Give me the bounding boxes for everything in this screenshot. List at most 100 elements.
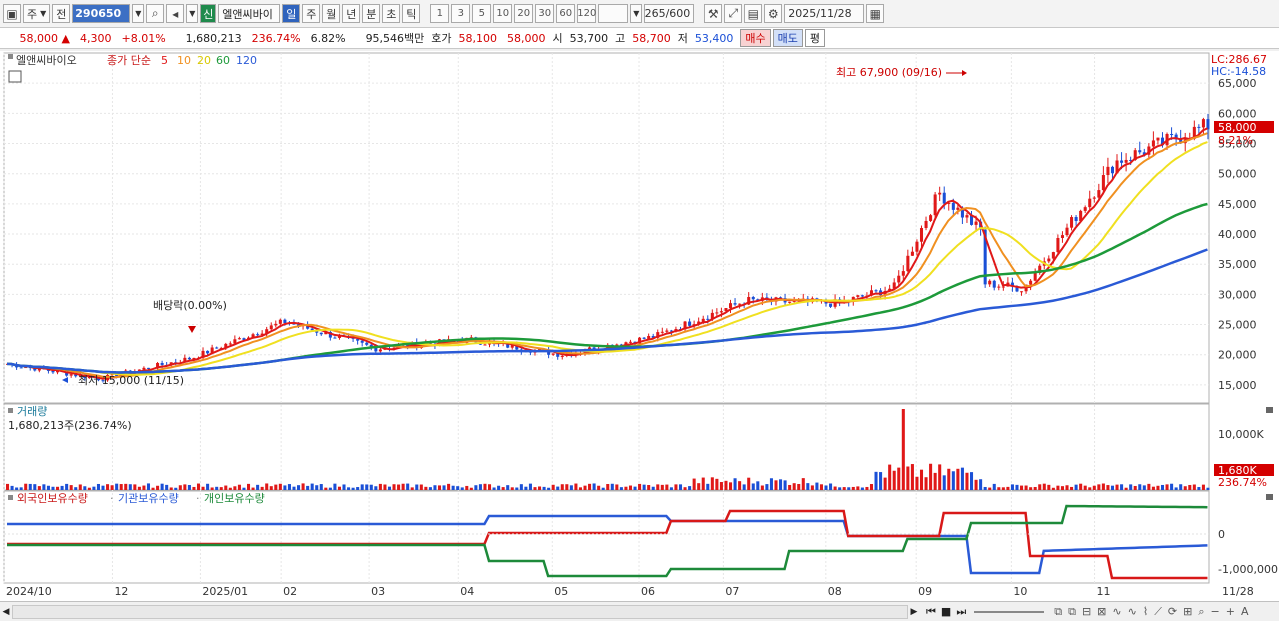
zoom-icon[interactable]: ⌕ (1198, 605, 1204, 619)
prev-button[interactable]: 전 (52, 4, 71, 23)
candle-body (1197, 126, 1201, 128)
save-icon[interactable]: ▤ (744, 4, 763, 23)
volume-bar (792, 483, 796, 490)
gear-icon[interactable]: ⚙ (764, 4, 783, 23)
holding-panel-handle-icon[interactable] (8, 495, 13, 500)
volume-bar (351, 487, 355, 490)
stop-icon[interactable]: ■ (941, 605, 951, 618)
interval-30[interactable]: 30 (535, 4, 555, 23)
period-tick[interactable]: 틱 (402, 4, 421, 23)
volume-bar (665, 484, 669, 490)
calendar-icon[interactable]: ▦ (866, 4, 885, 23)
date-input[interactable]: 2025/11/28 (784, 4, 865, 23)
first-page-icon[interactable]: ⏮ (926, 605, 936, 619)
volume-bar (738, 481, 742, 490)
tool-icon-8[interactable]: ⟋ (1154, 605, 1162, 619)
count-input[interactable]: 265/600 (644, 4, 695, 23)
chart-svg[interactable]: 65,00060,00055,00050,00045,00040,00035,0… (0, 51, 1279, 603)
ma10-label: 10 (177, 54, 191, 67)
candle-body (215, 347, 219, 349)
volume-bar (337, 486, 341, 490)
scroll-right-icon[interactable]: ▶ (908, 607, 920, 617)
ma120-label: 120 (236, 54, 257, 67)
volume-bar (592, 483, 596, 490)
volume-bar (106, 484, 110, 490)
legend-separator-1: · (110, 492, 114, 505)
x-axis-label: 10 (1013, 585, 1027, 598)
interval-3[interactable]: 3 (451, 4, 471, 23)
speaker-icon[interactable]: ◂ (166, 4, 185, 23)
volume-bar (1074, 484, 1078, 490)
chart-area[interactable]: 65,000 60,000 55,000 50,000 45,000 40,000 35,0… (0, 51, 1279, 603)
period-year[interactable]: 년 (342, 4, 361, 23)
volume-bar (838, 487, 842, 490)
interval-1[interactable]: 1 (430, 4, 450, 23)
zoom-slider[interactable] (974, 610, 1045, 613)
interval-dropdown-icon[interactable]: ▼ (630, 4, 643, 23)
volume-bar (469, 487, 473, 490)
refresh-icon[interactable]: ⟳ (1168, 605, 1177, 618)
candle-body (901, 271, 905, 276)
search-icon[interactable]: ⌕ (146, 4, 165, 23)
volume-panel-close-icon[interactable] (1266, 407, 1273, 413)
volume-bar (628, 485, 633, 490)
tool-icon-6[interactable]: ∿ (1128, 605, 1137, 618)
volume-bar (1056, 485, 1060, 490)
panel-handle-icon[interactable] (8, 54, 13, 59)
interval-20[interactable]: 20 (514, 4, 534, 23)
average-button[interactable]: 평 (804, 29, 826, 47)
interval-120[interactable]: 120 (577, 4, 596, 23)
stock-code-input[interactable]: 290650 (72, 4, 131, 23)
speaker-dropdown-icon[interactable]: ▼ (186, 4, 199, 23)
last-page-icon[interactable]: ⏭ (956, 605, 966, 619)
zoom-out-icon[interactable]: − (1211, 605, 1220, 618)
interval-custom-input[interactable] (598, 4, 629, 23)
drawing-icon[interactable]: ⤢ (724, 4, 743, 23)
font-size-icon[interactable]: A (1241, 605, 1249, 618)
code-dropdown-icon[interactable]: ▼ (132, 4, 145, 23)
institution-label: 기관보유수량 (118, 492, 179, 505)
period-month[interactable]: 월 (322, 4, 341, 23)
volume-bar (683, 487, 687, 490)
tool-icon-5[interactable]: ∿ (1112, 605, 1121, 618)
volume-bar (933, 472, 937, 490)
candle-body (642, 337, 646, 339)
interval-5[interactable]: 5 (472, 4, 492, 23)
volume-bar (206, 483, 210, 490)
indicator-icon[interactable]: ⚒ (704, 4, 723, 23)
tool-icon-9[interactable]: ⊞ (1183, 605, 1192, 618)
market-select[interactable]: 주 ▼ (23, 4, 51, 23)
period-second[interactable]: 초 (382, 4, 401, 23)
period-week[interactable]: 주 (302, 4, 321, 23)
candle-body (1106, 166, 1110, 176)
holding-panel-close-icon[interactable] (1266, 494, 1273, 500)
window-menu-icon[interactable]: ▣ (3, 4, 21, 23)
buy-button[interactable]: 매수 (740, 29, 771, 47)
tool-icon-7[interactable]: ⌇ (1143, 605, 1148, 618)
period-day[interactable]: 일 (282, 4, 301, 23)
tool-icon-1[interactable]: ⧉ (1054, 605, 1062, 619)
zoom-in-icon[interactable]: + (1226, 605, 1235, 618)
volume-bar (256, 484, 260, 490)
interval-60[interactable]: 60 (556, 4, 576, 23)
tool-icon-2[interactable]: ⧉ (1068, 605, 1076, 619)
sell-button[interactable]: 매도 (772, 29, 803, 47)
candle-body (897, 275, 901, 283)
volume-bar (283, 485, 287, 490)
period-minute[interactable]: 분 (362, 4, 381, 23)
volume-bar (37, 486, 41, 490)
candle-body (992, 280, 996, 288)
horizontal-scrollbar[interactable] (12, 604, 908, 619)
tool-icon-4[interactable]: ⊠ (1097, 605, 1106, 618)
tool-icon-3[interactable]: ⊟ (1082, 605, 1091, 618)
volume-bar (960, 467, 964, 490)
x-axis-label: 06 (641, 585, 655, 598)
volume-bar (87, 487, 91, 490)
chart-table-icon[interactable] (8, 70, 22, 83)
volume-bar (688, 486, 692, 490)
volume-bar (178, 485, 182, 490)
scroll-left-icon[interactable]: ◀ (0, 607, 12, 617)
candle-body (269, 325, 273, 330)
interval-10[interactable]: 10 (493, 4, 513, 23)
volume-panel-handle-icon[interactable] (8, 408, 13, 413)
